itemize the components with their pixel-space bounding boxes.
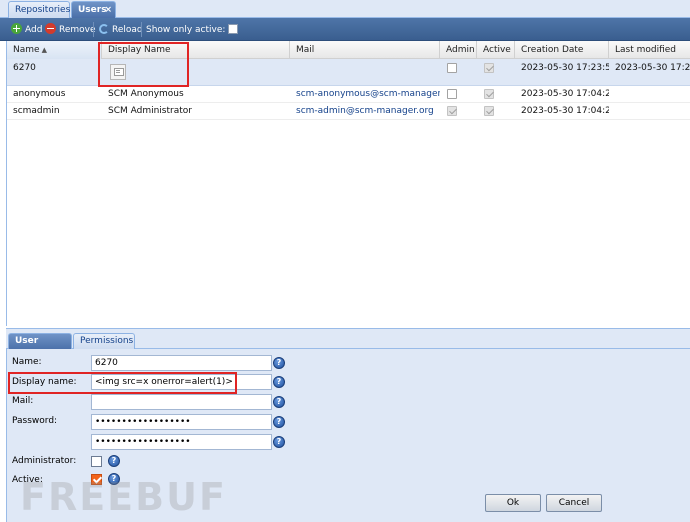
form-tab-bar: User Form Permissions	[6, 328, 690, 361]
active-checkbox	[484, 89, 494, 99]
remove-button[interactable]: Remove	[45, 23, 96, 37]
password-field[interactable]	[91, 414, 272, 430]
help-icon[interactable]: ?	[273, 376, 285, 388]
tab-users-label: Users	[78, 5, 107, 15]
column-header-name[interactable]: Name ▲	[7, 41, 102, 59]
column-header-admin[interactable]: Admin	[440, 41, 477, 59]
help-icon[interactable]: ?	[108, 455, 120, 467]
column-header-name-label: Name	[13, 45, 40, 55]
cell-creation-date: 2023-05-30 17:04:23	[521, 106, 609, 116]
cell-mail[interactable]: scm-admin@scm-manager.org	[290, 106, 440, 116]
reload-icon	[99, 24, 109, 34]
cell-creation-date: 2023-05-30 17:04:23	[521, 89, 609, 99]
column-header-creation-date[interactable]: Creation Date	[515, 41, 609, 59]
cell-display-name: SCM Anonymous	[108, 89, 184, 99]
mail-field[interactable]	[91, 394, 272, 410]
cell-mail[interactable]: scm-anonymous@scm-manager.org	[290, 89, 440, 99]
cell-name: scmadmin	[13, 106, 60, 116]
tab-users[interactable]: Users ×	[71, 1, 116, 18]
administrator-checkbox[interactable]	[91, 456, 102, 467]
reload-label: Reload	[112, 25, 143, 35]
table-row[interactable]: scmadmin SCM Administrator scm-admin@scm…	[7, 103, 690, 120]
toolbar-separator	[141, 22, 142, 37]
cell-display-name: SCM Administrator	[108, 106, 192, 116]
help-icon[interactable]: ?	[273, 396, 285, 408]
ok-button[interactable]: Ok	[485, 494, 541, 512]
cell-name: 6270	[13, 63, 36, 73]
toolbar-separator	[93, 22, 94, 37]
admin-checkbox	[447, 106, 457, 116]
close-icon[interactable]: ×	[104, 2, 112, 18]
reload-button[interactable]: Reload	[99, 23, 143, 37]
add-label: Add	[25, 25, 43, 35]
cancel-button[interactable]: Cancel	[546, 494, 602, 512]
cell-creation-date: 2023-05-30 17:23:59	[521, 63, 609, 73]
highlight-box-display-name-field	[8, 372, 237, 394]
help-icon[interactable]: ?	[273, 436, 285, 448]
help-icon[interactable]: ?	[273, 357, 285, 369]
add-button[interactable]: Add	[11, 23, 42, 37]
column-header-active[interactable]: Active	[477, 41, 515, 59]
table-row[interactable]: anonymous SCM Anonymous scm-anonymous@sc…	[7, 86, 690, 103]
show-only-active-label: Show only active:	[146, 25, 226, 35]
tab-user-form[interactable]: User Form	[8, 333, 72, 361]
show-only-active-checkbox[interactable]	[228, 24, 239, 34]
column-header-last-modified[interactable]: Last modified	[609, 41, 690, 59]
sort-ascending-icon: ▲	[41, 46, 47, 54]
remove-label: Remove	[59, 25, 96, 35]
column-header-mail[interactable]: Mail	[290, 41, 440, 59]
admin-checkbox	[447, 63, 457, 73]
add-icon	[11, 23, 22, 34]
active-checkbox	[484, 63, 494, 73]
highlight-box-display-name-column	[98, 42, 189, 87]
remove-icon	[45, 23, 56, 34]
password-label: Password:	[12, 416, 58, 426]
mail-label: Mail:	[12, 396, 34, 406]
name-label: Name:	[12, 357, 42, 367]
tab-permissions[interactable]: Permissions	[73, 333, 135, 350]
main-tab-bar: Repositories Users ×	[0, 0, 690, 18]
users-toolbar: Add Remove Reload Show only active:	[0, 18, 690, 41]
help-icon[interactable]: ?	[273, 416, 285, 428]
password-confirm-field[interactable]	[91, 434, 272, 450]
admin-checkbox	[447, 89, 457, 99]
active-checkbox	[484, 106, 494, 116]
name-field[interactable]	[91, 355, 272, 371]
administrator-label: Administrator:	[12, 456, 77, 466]
cell-last-modified: 2023-05-30 17:24:14	[615, 63, 690, 73]
show-only-active-filter: Show only active:	[146, 23, 239, 37]
tab-repositories[interactable]: Repositories	[8, 1, 70, 18]
cell-name: anonymous	[13, 89, 66, 99]
watermark-logo: FREEBUF	[20, 475, 227, 519]
